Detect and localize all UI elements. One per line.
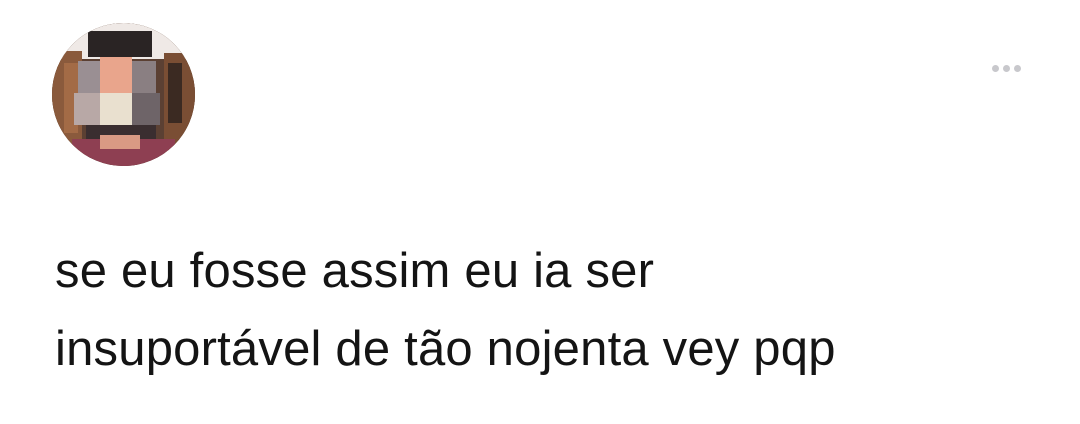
tweet-text-line: insuportável de tão nojenta vey pqp	[55, 322, 836, 376]
more-horizontal-icon	[991, 64, 1021, 72]
tweet-card: se eu fosse assim eu ia ser insuportável…	[0, 0, 1080, 424]
dot	[1013, 64, 1021, 72]
avatar[interactable]	[52, 23, 195, 166]
tweet-text-line: se eu fosse assim eu ia ser	[55, 244, 655, 298]
pixelated-avatar-icon	[52, 23, 195, 166]
more-options-button[interactable]	[978, 52, 1034, 84]
dot	[1002, 64, 1010, 72]
dot	[991, 64, 999, 72]
tweet-text: se eu fosse assim eu ia ser insuportável…	[55, 232, 1035, 388]
